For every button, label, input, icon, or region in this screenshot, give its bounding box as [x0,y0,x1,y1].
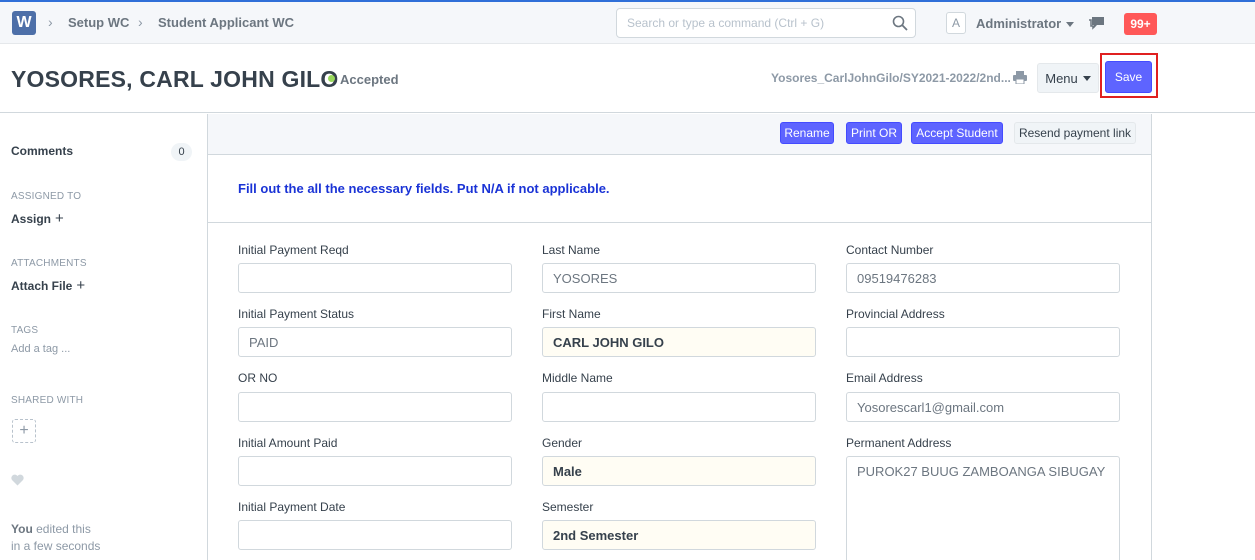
middle-name-label: Middle Name [542,371,613,385]
semester-label: Semester [542,500,594,514]
resend-payment-link-button[interactable]: Resend payment link [1014,122,1136,144]
email-address-label: Email Address [846,371,923,385]
attach-file-button[interactable]: Attach File + [11,277,85,294]
plus-icon: + [55,210,64,227]
form-sidebar: Comments 0 ASSIGNED TO Assign + ATTACHMEN… [0,114,207,560]
edit-user: You [11,522,33,536]
first-name-input[interactable]: CARL JOHN GILO [542,327,816,357]
status-indicator-dot [328,75,335,82]
accept-student-button[interactable]: Accept Student [911,122,1003,144]
provincial-address-label: Provincial Address [846,307,945,321]
page-title: YOSORES, CARL JOHN GILO [11,66,339,92]
permanent-address-textarea[interactable]: PUROK27 BUUG ZAMBOANGA SIBUGAY [846,456,1120,560]
initial-payment-date-input[interactable] [238,520,512,550]
avatar[interactable]: A [946,12,966,34]
heart-icon[interactable] [11,474,24,486]
chevron-right-icon: › [48,14,53,30]
search-input[interactable] [617,9,877,37]
assigned-to-label: ASSIGNED TO [11,191,82,202]
first-name-label: First Name [542,307,601,321]
menu-label: Menu [1045,70,1078,86]
notifications-badge[interactable]: 99+ [1124,13,1157,35]
initial-payment-status-label: Initial Payment Status [238,307,355,321]
search-bar [616,8,916,38]
gender-select[interactable]: Male [542,456,816,486]
user-name: Administrator [976,16,1062,31]
add-share-button[interactable]: + [12,419,36,443]
add-tag-link[interactable]: Add a tag ... [11,343,70,355]
initial-payment-reqd-input[interactable] [238,263,512,293]
initial-amount-paid-input[interactable] [238,456,512,486]
assign-button[interactable]: Assign + [11,210,64,227]
middle-name-input[interactable] [542,392,816,422]
provincial-address-input[interactable] [846,327,1120,357]
page-head: YOSORES, CARL JOHN GILO Accepted Yosores… [0,44,1255,113]
comments-count: 0 [171,143,192,161]
caret-down-icon [1066,22,1075,28]
chat-icon[interactable] [1088,16,1106,32]
email-address-input[interactable]: Yosorescarl1@gmail.com [846,392,1120,422]
menu-button[interactable]: Menu [1037,63,1099,93]
search-icon[interactable] [892,15,908,31]
contact-number-label: Contact Number [846,243,934,257]
last-name-label: Last Name [542,243,601,257]
breadcrumb-student-applicant-wc[interactable]: Student Applicant WC [158,15,294,30]
form-intro-text: Fill out the all the necessary fields. P… [238,181,610,196]
app-logo[interactable]: W [12,11,36,35]
or-no-label: OR NO [238,371,278,385]
chevron-right-icon: › [138,14,143,30]
breadcrumb-setup-wc[interactable]: Setup WC [68,15,129,30]
contact-number-input[interactable]: 09519476283 [846,263,1120,293]
rename-button[interactable]: Rename [780,122,834,144]
initial-payment-status-input[interactable]: PAID [238,327,512,357]
attachments-label: ATTACHMENTS [11,258,87,269]
print-icon[interactable] [1013,71,1027,84]
last-edit-info: You edited this in a few seconds [11,521,100,555]
shared-with-label: SHARED WITH [11,395,84,406]
save-button[interactable]: Save [1105,61,1152,93]
comments-link[interactable]: Comments [11,144,73,158]
plus-icon: + [76,277,86,294]
or-no-input[interactable] [238,392,512,422]
attach-file-label: Attach File [11,279,73,293]
form-toolbar: Rename Print OR Accept Student Resend pa… [208,114,1151,155]
semester-select[interactable]: 2nd Semester [542,520,816,550]
print-or-button[interactable]: Print OR [846,122,902,144]
document-name: Yosores_CarlJohnGilo/SY2021-2022/2nd... [771,71,1011,85]
status-badge: Accepted [340,72,399,87]
form-main: Rename Print OR Accept Student Resend pa… [207,114,1152,560]
initial-payment-reqd-label: Initial Payment Reqd [238,243,349,257]
plus-icon: + [19,422,29,439]
section-divider [208,222,1151,223]
navbar: W › Setup WC › Student Applicant WC A Ad… [0,0,1255,44]
tags-label: TAGS [11,325,39,336]
assign-label: Assign [11,212,52,226]
initial-payment-date-label: Initial Payment Date [238,500,346,514]
caret-down-icon [1082,75,1091,81]
last-name-input[interactable]: YOSORES [542,263,816,293]
permanent-address-label: Permanent Address [846,436,952,450]
edit-time: in a few seconds [11,539,101,553]
gender-label: Gender [542,436,583,450]
initial-amount-paid-label: Initial Amount Paid [238,436,338,450]
edit-action: edited this [36,522,91,536]
user-menu[interactable]: Administrator [976,16,1075,31]
